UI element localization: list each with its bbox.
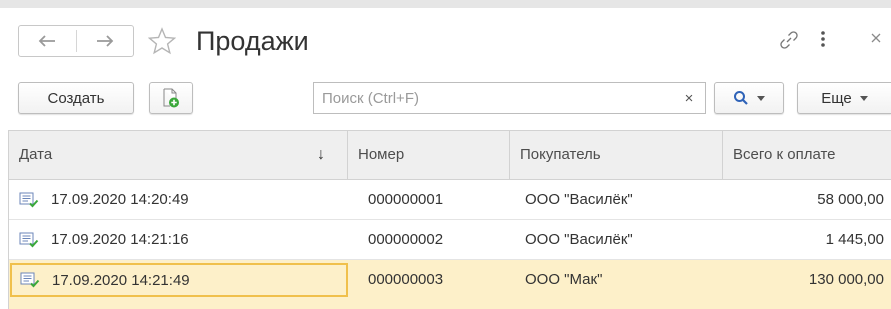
- search-input[interactable]: [314, 83, 654, 113]
- column-header-date[interactable]: Дата ↓: [9, 131, 348, 179]
- number-cell[interactable]: 000000002: [348, 220, 510, 259]
- copy-button[interactable]: [149, 82, 193, 114]
- table-row[interactable]: 17.09.2020 14:20:49 000000001 ООО "Васил…: [9, 180, 891, 220]
- create-button[interactable]: Создать: [18, 82, 134, 114]
- table-row[interactable]: 17.09.2020 14:21:16 000000002 ООО "Васил…: [9, 220, 891, 260]
- sort-arrow-icon: ↓: [317, 146, 325, 163]
- chevron-down-icon: [757, 95, 765, 101]
- clear-icon: ×: [684, 89, 694, 107]
- posted-document-icon: [19, 192, 39, 207]
- customer-cell[interactable]: ООО "Василёк": [510, 180, 723, 219]
- customer-cell[interactable]: ООО "Мак": [510, 260, 723, 299]
- more-button[interactable]: Еще: [797, 82, 891, 114]
- posted-document-icon: [20, 272, 40, 288]
- more-vertical-icon[interactable]: [818, 28, 828, 50]
- link-icon[interactable]: [779, 30, 799, 50]
- search-button[interactable]: [714, 82, 784, 114]
- forward-button[interactable]: [77, 26, 134, 56]
- star-icon[interactable]: [148, 27, 176, 55]
- title-bar: Продажи: [0, 8, 891, 70]
- sales-table: Дата ↓ Номер Покупатель Всего к оплате 1…: [8, 130, 891, 309]
- column-header-number[interactable]: Номер: [348, 131, 510, 179]
- total-cell[interactable]: 58 000,00: [723, 180, 884, 219]
- search-icon: [734, 91, 748, 105]
- date-value: 17.09.2020 14:20:49: [51, 191, 189, 208]
- customer-cell[interactable]: ООО "Василёк": [510, 220, 723, 259]
- close-icon[interactable]: [868, 28, 884, 50]
- document-add-icon: [163, 88, 179, 108]
- more-button-label: Еще: [821, 89, 852, 107]
- navigation-buttons: [18, 25, 134, 57]
- column-header-label: Покупатель: [520, 146, 601, 163]
- arrow-right-icon: [96, 35, 114, 47]
- table-row-selected[interactable]: 17.09.2020 14:21:49 000000003 ООО "Мак" …: [9, 260, 891, 309]
- create-button-label: Создать: [47, 89, 105, 107]
- back-button[interactable]: [19, 26, 76, 56]
- dots-icon: [821, 31, 825, 47]
- total-cell[interactable]: 130 000,00: [723, 260, 884, 299]
- search-field: ×: [313, 82, 706, 114]
- arrow-left-icon: [38, 35, 56, 47]
- date-value: 17.09.2020 14:21:49: [52, 271, 190, 289]
- number-cell[interactable]: 000000003: [348, 260, 510, 299]
- column-header-total[interactable]: Всего к оплате: [723, 131, 891, 179]
- sales-list-window: Продажи Создать Поиск (Ctrl+F) × Еще Дат…: [0, 8, 891, 309]
- date-cell[interactable]: 17.09.2020 14:20:49: [9, 180, 348, 219]
- date-value: 17.09.2020 14:21:16: [51, 231, 189, 248]
- number-cell[interactable]: 000000001: [348, 180, 510, 219]
- date-cell-focused[interactable]: 17.09.2020 14:21:49: [10, 263, 348, 297]
- posted-document-icon: [19, 232, 39, 247]
- chevron-down-icon: [859, 95, 868, 101]
- table-header: Дата ↓ Номер Покупатель Всего к оплате: [9, 131, 891, 180]
- column-header-label: Всего к оплате: [733, 146, 836, 163]
- total-cell[interactable]: 1 445,00: [723, 220, 884, 259]
- column-header-label: Дата: [19, 146, 53, 163]
- search-clear-button[interactable]: ×: [673, 83, 705, 113]
- close-x-icon: [871, 33, 881, 43]
- date-cell[interactable]: 17.09.2020 14:21:16: [9, 220, 348, 259]
- column-header-customer[interactable]: Покупатель: [510, 131, 723, 179]
- column-header-label: Номер: [358, 146, 405, 163]
- page-title: Продажи: [196, 26, 309, 56]
